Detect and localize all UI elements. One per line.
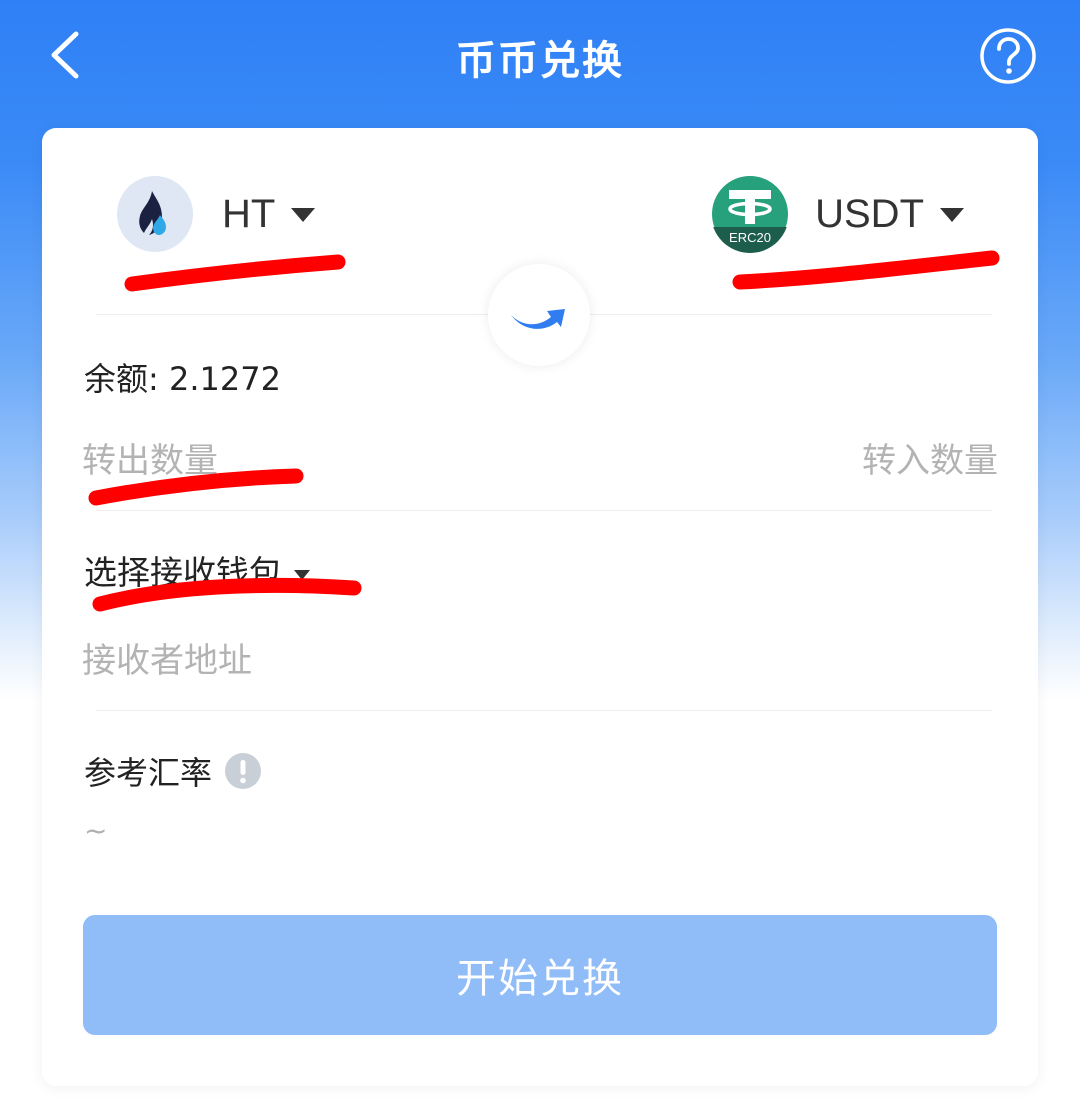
to-coin-symbol: USDT (815, 191, 924, 236)
from-coin-selector[interactable]: HT (116, 174, 316, 254)
page-title: 币币兑换 (456, 38, 624, 84)
exchange-card: HT ERC20 USDT 余额: 2.1272 选择接收钱包 参考汇率 (42, 128, 1038, 1086)
divider (96, 510, 992, 511)
from-coin-symbol: HT (222, 191, 276, 236)
reference-rate-label: 参考汇率 (84, 754, 213, 792)
reference-rate-row: 参考汇率 (84, 748, 262, 794)
swap-arrow-icon (511, 309, 565, 329)
info-icon[interactable] (224, 752, 262, 790)
amount-in-input[interactable] (578, 434, 998, 488)
to-coin-selector[interactable]: ERC20 USDT (711, 174, 964, 254)
help-icon (980, 28, 1036, 84)
amount-out-input[interactable] (82, 434, 502, 488)
receiver-address-input[interactable] (82, 634, 982, 688)
usdt-logo-icon: ERC20 (711, 176, 790, 253)
ht-logo-icon (117, 176, 193, 252)
start-exchange-button[interactable]: 开始兑换 (83, 915, 997, 1035)
receive-wallet-select[interactable]: 选择接收钱包 (84, 546, 310, 594)
divider (96, 710, 992, 711)
header-bar: 币币兑换 (0, 0, 1080, 115)
receive-wallet-label: 选择接收钱包 (84, 553, 282, 592)
usdt-badge-text: ERC20 (729, 230, 771, 245)
caret-down-icon (940, 208, 964, 222)
swap-direction-button[interactable] (488, 264, 590, 366)
caret-down-icon (291, 208, 316, 222)
reference-rate-value: ~ (84, 814, 108, 847)
caret-down-icon (294, 569, 310, 580)
balance-text: 余额: 2.1272 (84, 360, 281, 398)
help-button[interactable] (978, 26, 1038, 86)
